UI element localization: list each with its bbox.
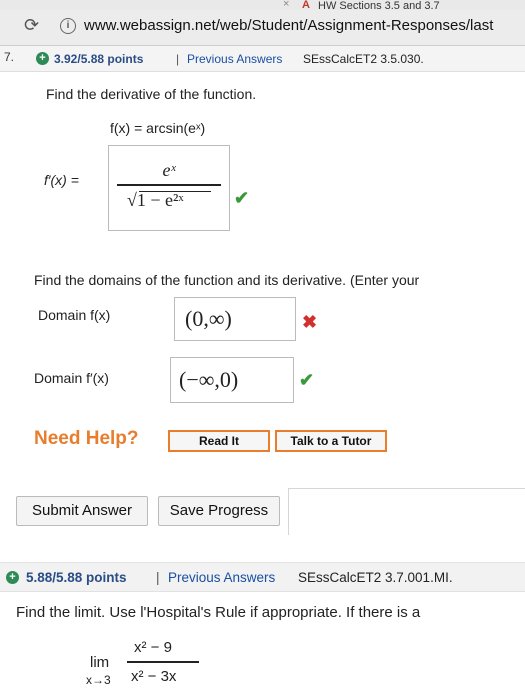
derivative-numerator: eˣ (162, 160, 176, 180)
reload-icon[interactable]: ⟳ (24, 15, 39, 36)
derivative-answer-field[interactable]: eˣ √1 − e²ˣ (108, 145, 230, 231)
question-code: SEssCalcET2 3.7.001.MI. (298, 570, 453, 585)
need-help-label: Need Help? (34, 428, 139, 449)
domain-prompt: Find the domains of the function and its… (34, 272, 420, 288)
limit-numerator: x² − 9 (134, 639, 172, 656)
fraction-bar (127, 661, 199, 663)
fraction-bar (117, 184, 221, 186)
tab-close-icon[interactable]: × (283, 0, 289, 10)
question-number: 7. (4, 50, 15, 64)
question-code: SEssCalcET2 3.5.030. (303, 52, 424, 66)
correct-check-icon: ✔ (299, 370, 315, 390)
address-bar: ⟳ i www.webassign.net/web/Student/Assign… (0, 10, 525, 46)
browser-tab-strip: × A HW Sections 3.5 and 3.7 (0, 0, 525, 12)
url-field[interactable]: www.webassign.net/web/Student/Assignment… (84, 17, 493, 34)
save-progress-button[interactable]: Save Progress (158, 496, 280, 526)
domain-fprime-label: Domain f′(x) (34, 370, 109, 386)
limit-denominator: x² − 3x (131, 668, 177, 685)
question-prompt: Find the derivative of the function. (46, 86, 257, 102)
limit-symbol: lim (90, 654, 110, 671)
limit-subscript: x→3 (86, 673, 111, 687)
points-score: 3.92/5.88 points (54, 52, 144, 66)
function-definition: f(x) = arcsin(eˣ) (110, 120, 206, 136)
domain-f-value: (0,∞) (185, 306, 232, 331)
correct-check-icon: ✔ (234, 188, 250, 208)
domain-fprime-field[interactable]: (−∞,0) (170, 357, 294, 403)
question-header: 7. + 3.92/5.88 points | Previous Answers… (0, 46, 525, 72)
domain-f-field[interactable]: (0,∞) (174, 297, 296, 341)
talk-to-tutor-button[interactable]: Talk to a Tutor (275, 430, 387, 452)
question-header: + 5.88/5.88 points | Previous Answers SE… (0, 562, 525, 592)
previous-answers-link[interactable]: Previous Answers (168, 570, 275, 585)
points-score: 5.88/5.88 points (26, 570, 127, 585)
expand-plus-icon[interactable]: + (6, 571, 19, 584)
read-it-button[interactable]: Read It (168, 430, 270, 452)
notes-panel (288, 488, 525, 535)
incorrect-x-icon: ✖ (302, 312, 318, 332)
derivative-denominator: √1 − e²ˣ (127, 190, 184, 210)
question-prompt: Find the limit. Use l'Hospital's Rule if… (16, 604, 421, 621)
derivative-label: f′(x) = (44, 172, 79, 188)
expand-plus-icon[interactable]: + (36, 52, 49, 65)
domain-f-label: Domain f(x) (38, 307, 111, 323)
submit-answer-button[interactable]: Submit Answer (16, 496, 148, 526)
domain-fprime-value: (−∞,0) (179, 367, 239, 392)
separator: | (156, 570, 160, 585)
site-info-icon[interactable]: i (60, 18, 76, 34)
previous-answers-link[interactable]: Previous Answers (187, 52, 282, 66)
separator: | (176, 52, 180, 66)
